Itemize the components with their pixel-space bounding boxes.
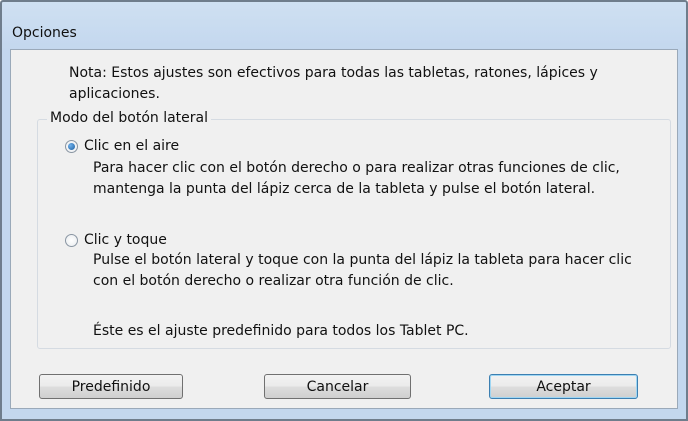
radio-button-selected[interactable]: [65, 139, 78, 153]
title-bar[interactable]: Opciones: [2, 2, 686, 48]
click-and-tap-description: Pulse el botón lateral y toque con la pu…: [93, 252, 632, 289]
note-text: Nota: Estos ajustes son efectivos para t…: [69, 65, 598, 102]
radio-label-click-and-tap[interactable]: Clic y toque: [84, 230, 167, 250]
radio-click-in-air[interactable]: Clic en el aire: [65, 136, 179, 156]
default-button[interactable]: Predefinido: [39, 374, 183, 399]
group-legend: Modo del botón lateral: [47, 108, 212, 128]
window-title: Opciones: [12, 25, 77, 41]
radio-label-click-in-air[interactable]: Clic en el aire: [84, 136, 179, 156]
radio-click-and-tap[interactable]: Clic y toque: [65, 230, 167, 250]
accept-button[interactable]: Aceptar: [489, 374, 638, 399]
click-in-air-description: Para hacer clic con el botón derecho o p…: [93, 160, 620, 197]
cancel-button[interactable]: Cancelar: [264, 374, 411, 399]
dialog-content: Nota: Estos ajustes son efectivos para t…: [10, 49, 678, 409]
tablet-pc-default-note: Éste es el ajuste predefinido para todos…: [93, 323, 469, 339]
options-dialog: Opciones Nota: Estos ajustes son efectiv…: [0, 0, 688, 421]
radio-button-unselected[interactable]: [65, 233, 78, 247]
